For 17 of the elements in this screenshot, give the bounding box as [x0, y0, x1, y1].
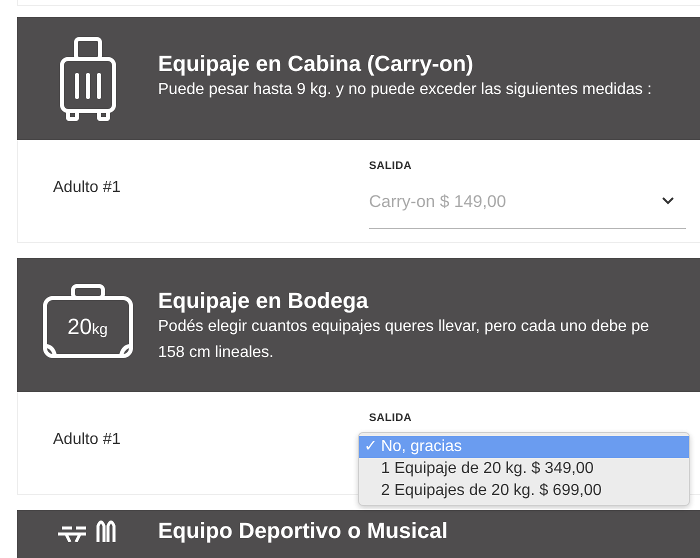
description-text: Podés elegir cuantos equipajes queres llevar, pero cada uno debe pe [158, 317, 650, 338]
section-title: Equipo Deportivo o Musical [158, 518, 448, 544]
check-icon: ✓ [364, 436, 377, 458]
suitcase-icon [58, 37, 116, 123]
passenger-label: Adulto #1 [52, 178, 122, 198]
passenger-label: Adulto #1 [52, 430, 122, 450]
dropdown-option[interactable]: 1 Equipaje de 20 kg. $ 349,00 [359, 458, 689, 480]
briefcase-icon [42, 284, 132, 358]
section-title: Equipaje en Bodega [158, 288, 370, 314]
chevron-down-icon [662, 197, 674, 206]
description-text: Puede pesar hasta 9 kg. y no puede exceder las siguientes medidas : [158, 80, 652, 100]
description-text: 158 cm lineales. [158, 343, 275, 364]
weight-label: 20kg [66, 313, 109, 341]
dropdown-option[interactable]: 2 Equipajes de 20 kg. $ 699,00 [359, 480, 689, 502]
section-title: Equipaje en Cabina (Carry-on) [158, 51, 474, 78]
field-label: SALIDA [369, 159, 413, 174]
field-label: SALIDA [369, 411, 413, 426]
